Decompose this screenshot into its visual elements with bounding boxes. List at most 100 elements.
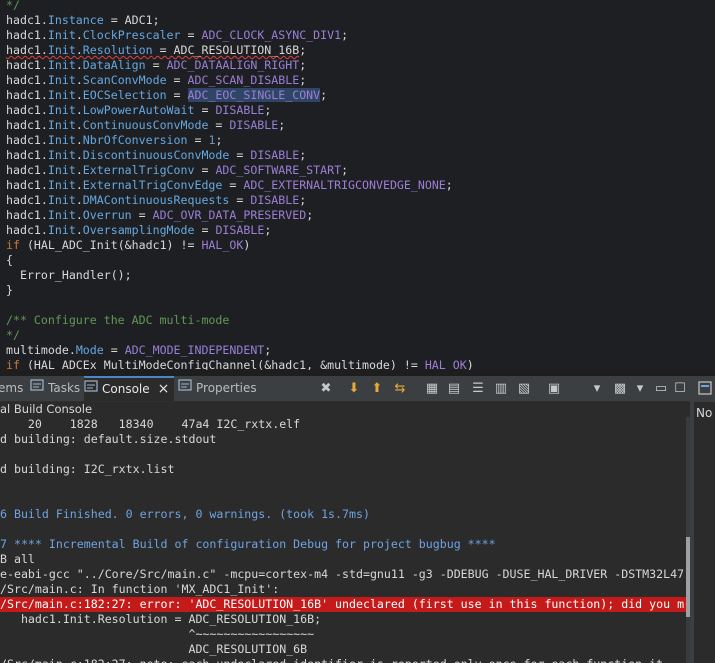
clear-console-button[interactable]: ▥ (493, 381, 509, 397)
console-line: ADC_RESOLUTION_6B (0, 642, 308, 656)
code-token: { (6, 253, 13, 267)
open-console-button[interactable]: ▩ (612, 381, 628, 397)
console-line: e-eabi-gcc "../Core/Src/main.c" -mcpu=co… (0, 567, 685, 581)
display-console-button[interactable]: ▣ (546, 381, 562, 397)
code-line: { (6, 253, 13, 268)
code-token: if (6, 238, 20, 252)
code-token: (HAL_ADCEx_MultiModeConfigChannel(&hadc1… (19, 358, 425, 370)
code-line: hadc1.Init.Overrun = ADC_OVR_DATA_PRESER… (6, 208, 313, 223)
view-tab-bar: ems Tasks Console × Properties ✖ ⬇ ⬆ ⇆ ▦ ▤ ☰ ▥ ▧ ▣ ▾ ▩ ▾ ▭… (0, 376, 690, 402)
code-line: hadc1.Init.Resolution = ADC_RESOLUTION_1… (6, 43, 306, 58)
code-line: hadc1.Init.ExternalTrigConv = ADC_SOFTWA… (6, 163, 348, 178)
code-token: ExternalTrigConvEdge (82, 178, 223, 192)
code-token: ; (299, 148, 307, 162)
code-token: HAL_OK (201, 238, 244, 252)
code-token: DiscontinuousConvMode (82, 148, 230, 162)
tab-label: ems (0, 381, 24, 395)
minimize-button[interactable]: ▭ (653, 381, 669, 397)
show-output-button[interactable]: ▧ (516, 381, 532, 397)
code-token: EOCSelection (82, 88, 167, 102)
console-line: d building: default.size.stdout (0, 432, 217, 446)
open-dropdown-button[interactable]: ▾ (632, 381, 648, 397)
tab-ems[interactable]: ems (0, 376, 24, 401)
maximize-button[interactable]: ☐ (672, 381, 688, 397)
code-token: = (180, 28, 202, 42)
code-token: DISABLE (215, 103, 265, 117)
link-button[interactable]: ⇆ (392, 381, 408, 397)
code-token: = (166, 88, 188, 102)
code-token: ADC_MODE_INDEPENDENT (124, 343, 265, 357)
side-panel-label: No (696, 406, 713, 420)
code-token: hadc1. (6, 28, 48, 42)
code-token: ; (341, 163, 349, 177)
code-token: ; (264, 343, 272, 357)
code-token: Init (47, 133, 76, 147)
code-token: Resolution (82, 43, 153, 57)
code-editor[interactable]: */hadc1.Instance = ADC1; hadc1.Init.Clock… (0, 0, 715, 370)
code-line: if (HAL_ADC_Init(&hadc1) != HAL_OK) (6, 238, 250, 253)
code-token: = (103, 343, 125, 357)
code-token: = (145, 58, 167, 72)
code-token: */ (6, 0, 20, 12)
code-token: hadc1. (6, 13, 48, 27)
code-token: HAL_OK (424, 358, 467, 370)
code-token: NbrOfConversion (82, 133, 188, 147)
code-token: = (229, 148, 251, 162)
code-token: ; (341, 28, 349, 42)
code-line: hadc1.Init.NbrOfConversion = 1; (6, 133, 222, 148)
outline-view-icon[interactable] (698, 381, 712, 395)
code-token: Init (47, 193, 76, 207)
tab-tasks[interactable]: Tasks (30, 376, 80, 401)
code-token: ; (299, 43, 307, 57)
display-dropdown-button[interactable]: ▾ (589, 381, 605, 397)
code-token: */ (6, 328, 20, 342)
code-token: = ADC_RESOLUTION_16B (152, 43, 300, 57)
remove-launch-button[interactable]: ✖ (318, 381, 334, 397)
tab-properties[interactable]: Properties (178, 376, 258, 401)
code-token: if (6, 358, 20, 370)
code-token: . (75, 178, 83, 192)
console-line: d building: I2C_rxtx.list (0, 462, 175, 476)
code-token: ; (215, 133, 223, 147)
code-line: hadc1.Init.EOCSelection = ADC_EOC_SINGLE… (6, 88, 327, 103)
code-token: DISABLE (250, 148, 300, 162)
code-token: ; (278, 118, 286, 132)
console-icon (84, 378, 98, 401)
code-token: . (75, 73, 83, 87)
code-token: DISABLE (215, 223, 265, 237)
code-line: hadc1.Init.DiscontinuousConvMode = DISAB… (6, 148, 306, 163)
code-token: ContinuousConvMode (82, 118, 209, 132)
side-panel-content: No (694, 402, 715, 663)
code-token: hadc1. (6, 178, 48, 192)
console-line: /Src/main.c: In function 'MX_ADC1_Init': (0, 582, 280, 596)
code-token: DMAContinuousRequests (82, 193, 230, 207)
code-token: ADC_EXTERNALTRIGCONVEDGE_NONE (243, 178, 446, 192)
scroll-lock-down-button[interactable]: ⬇ (346, 381, 362, 397)
code-token: ; (264, 103, 272, 117)
tab-label: Console (102, 382, 150, 396)
code-token: hadc1. (6, 118, 48, 132)
pin-button[interactable]: ▤ (446, 381, 462, 397)
scroll-up-button[interactable]: ⬆ (369, 381, 385, 397)
tab-console[interactable]: Console × (84, 376, 174, 401)
code-token: ; (306, 208, 314, 222)
console-error-line: /Src/main.c:182:27: error: 'ADC_RESOLUTI… (0, 597, 686, 612)
close-icon[interactable]: × (158, 381, 170, 397)
code-token: = (229, 193, 251, 207)
word-wrap-button[interactable]: ☰ (470, 381, 486, 397)
code-token: Init (47, 88, 76, 102)
code-token: . (75, 193, 83, 207)
code-token: = (194, 223, 216, 237)
code-token: = (194, 163, 216, 177)
code-token: ExternalTrigConv (82, 163, 195, 177)
code-token: . (75, 88, 83, 102)
code-line: hadc1.Init.ExternalTrigConvEdge = ADC_EX… (6, 178, 453, 193)
code-token: . (75, 208, 83, 222)
copy-button[interactable]: ▦ (424, 381, 440, 397)
console-line: /Src/main.c:182:27: note: each undeclare… (0, 657, 686, 663)
code-token: . (75, 28, 83, 42)
code-token: hadc1. (6, 73, 48, 87)
console-output[interactable]: 20 1828 18340 47a4 I2C_rxtx.elf d buildin… (0, 417, 686, 663)
code-line: */ (6, 328, 20, 343)
